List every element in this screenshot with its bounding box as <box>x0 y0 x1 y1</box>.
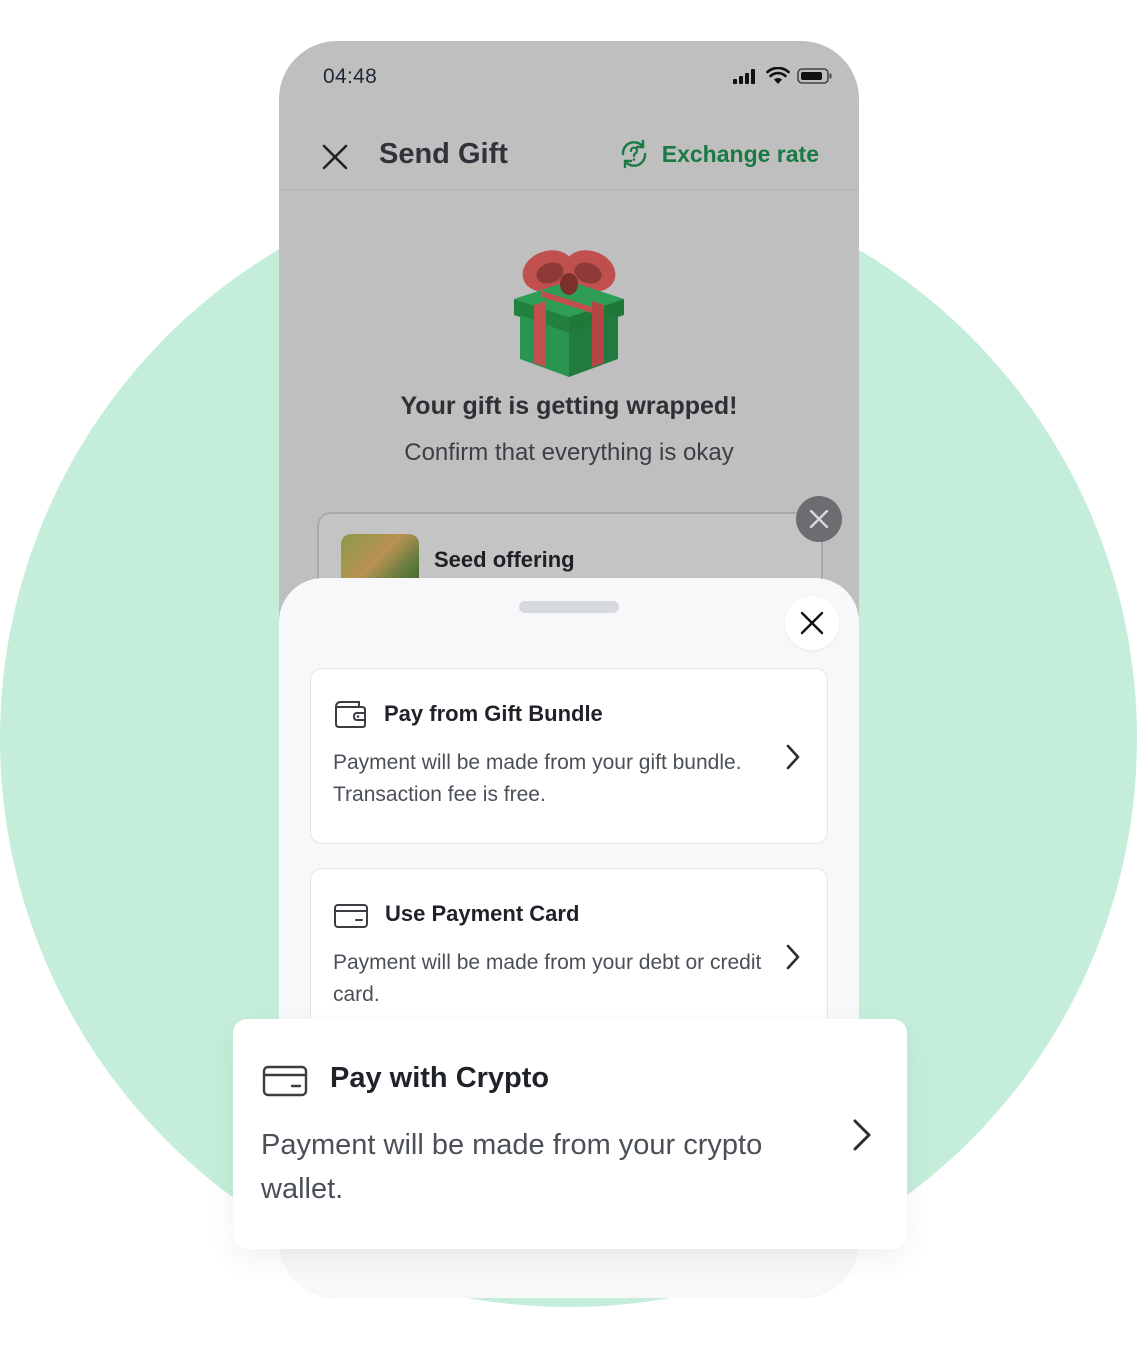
chevron-right-icon <box>853 1119 871 1151</box>
signal-icon <box>733 69 755 84</box>
option-description: Payment will be made from your debt or c… <box>333 951 762 1006</box>
sheet-close-button[interactable] <box>785 596 839 650</box>
option-title: Pay from Gift Bundle <box>384 701 603 726</box>
close-icon[interactable] <box>321 143 349 171</box>
status-time: 04:48 <box>323 65 378 88</box>
close-icon <box>809 509 829 529</box>
wifi-icon <box>766 67 790 84</box>
chevron-right-icon <box>786 944 800 970</box>
exchange-rate-button[interactable]: Exchange rate <box>618 138 819 170</box>
chevron-right-icon <box>786 744 800 770</box>
exchange-rate-icon <box>621 139 646 169</box>
pay-gift-bundle-option[interactable]: Pay from Gift Bundle Payment will be mad… <box>310 668 828 844</box>
wrap-subtitle: Confirm that everything is okay <box>404 439 734 466</box>
option-description: Payment will be made from your gift bund… <box>333 751 742 806</box>
header-divider <box>279 189 859 190</box>
remove-item-button[interactable] <box>796 496 842 542</box>
gift-item-name: Seed offering <box>434 547 575 572</box>
status-bar: 04:48 <box>279 41 859 111</box>
sheet-drag-handle[interactable] <box>519 601 619 613</box>
close-icon <box>800 611 824 635</box>
status-icons <box>733 67 833 85</box>
gift-icon <box>514 250 624 377</box>
card-icon <box>262 1065 308 1097</box>
exchange-rate-label: Exchange rate <box>661 140 819 167</box>
page-title: Send Gift <box>379 138 508 170</box>
option-title: Pay with Crypto <box>330 1062 550 1094</box>
use-payment-card-option[interactable]: Use Payment Card Payment will be made fr… <box>310 868 828 1044</box>
header: Send Gift Exchange rate <box>279 121 859 191</box>
option-title: Use Payment Card <box>385 901 580 926</box>
wallet-icon <box>335 701 366 728</box>
option-description: Payment will be made from your crypto wa… <box>261 1129 763 1205</box>
card-icon <box>334 904 368 928</box>
pay-with-crypto-option[interactable]: Pay with Crypto Payment will be made fro… <box>233 1019 907 1249</box>
battery-icon <box>797 68 832 84</box>
wrap-title: Your gift is getting wrapped! <box>400 392 738 420</box>
